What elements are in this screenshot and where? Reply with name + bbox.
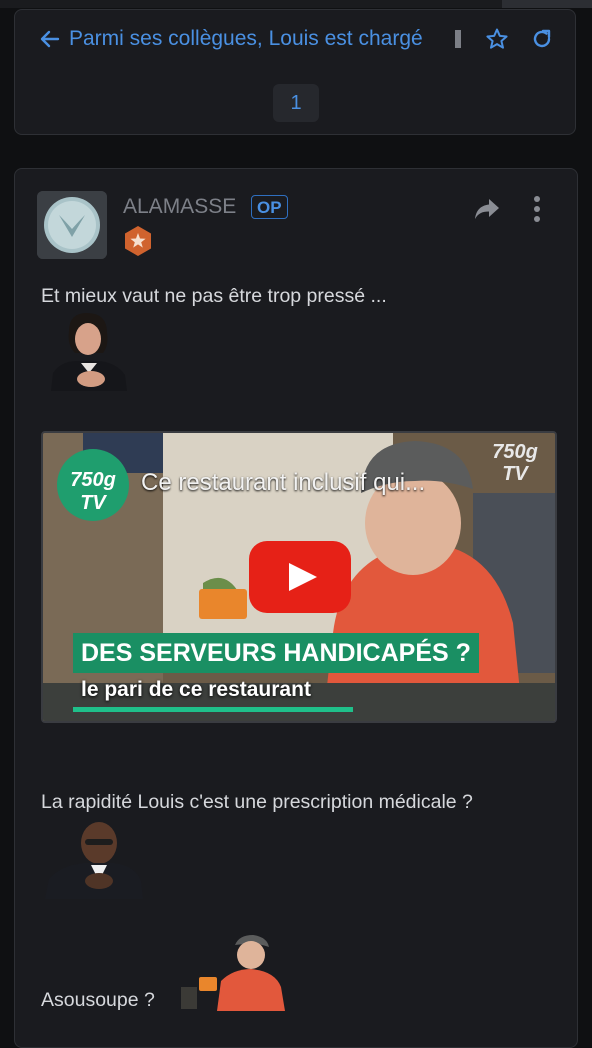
page-number-button[interactable]: 1 [273,84,319,122]
topic-title[interactable]: Parmi ses collègues, Louis est chargé [69,27,461,51]
post-card: ALAMASSE OP Et mieux vaut ne pas être tr… [14,168,578,1048]
video-progress-bar [73,707,353,712]
title-overflow-marker [455,30,461,48]
top-strip [0,0,592,8]
refresh-icon[interactable] [531,28,553,50]
play-button-icon[interactable] [249,541,351,613]
post-paragraph-2: La rapidité Louis c'est une prescription… [41,791,473,813]
avatar-pill-image [37,191,107,259]
video-embed[interactable]: 750g TV Ce restaurant inclusif qui... 75… [41,431,557,723]
video-banner-headline: DES SERVEURS HANDICAPÉS ? [73,633,479,673]
video-banner-subline: le pari de ce restaurant [81,678,311,701]
sticker-man [41,819,145,899]
op-badge: OP [251,195,288,219]
rank-badge-icon [125,226,151,256]
post-paragraph-3: Asousoupe ? [41,989,155,1011]
video-channel-logo[interactable]: 750g TV [57,449,129,521]
top-strip-nub [502,0,592,8]
share-icon[interactable] [473,197,501,221]
back-arrow-icon[interactable] [39,28,61,50]
video-channel-badge: 750g TV [492,441,538,485]
sticker-waiter [177,935,287,1011]
username[interactable]: ALAMASSE [123,195,236,219]
star-icon[interactable] [485,27,509,51]
video-title[interactable]: Ce restaurant inclusif qui... [141,469,425,497]
post-paragraph-1: Et mieux vaut ne pas être trop pressé ..… [41,285,387,307]
sticker-woman [51,309,131,391]
topic-header-row: Parmi ses collègues, Louis est chargé [39,27,553,68]
avatar[interactable] [37,191,107,259]
topic-header-card: Parmi ses collègues, Louis est chargé 1 [14,9,576,135]
video-logo-text: 750g TV [70,469,116,514]
more-options-icon[interactable] [531,195,543,223]
